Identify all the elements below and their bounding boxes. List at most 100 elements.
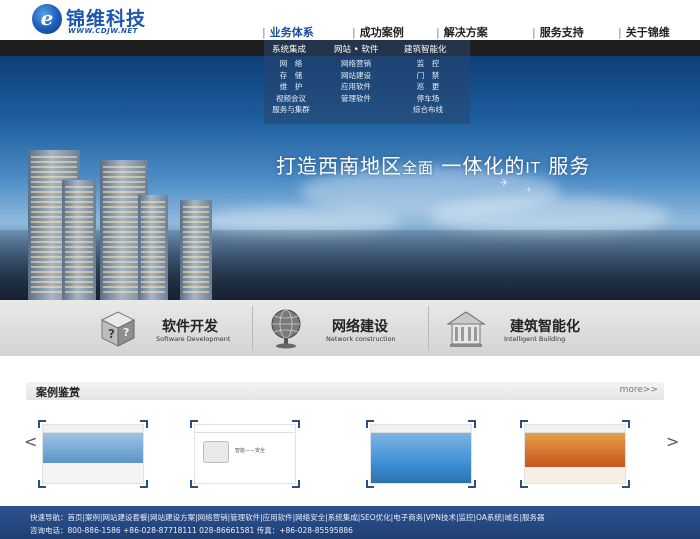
frame-corner xyxy=(468,420,476,428)
footer-quick-nav[interactable]: 快速导航：首页|案例|网站建设套餐|网站建设方案|网络营销|管理软件|应用软件|… xyxy=(30,512,544,523)
globe-icon xyxy=(271,309,301,349)
nav-item-solutions[interactable]: | 解决方案 xyxy=(436,24,488,40)
page: e 锦维科技 WWW.CDJW.NET | 业务体系 | 成功案例 | 解决方案 | 服… xyxy=(0,0,700,539)
frame-corner xyxy=(140,420,148,428)
building-tower xyxy=(138,195,168,300)
nav-label: 关于锦维 xyxy=(625,26,670,39)
dropdown-item[interactable]: 综合布线 xyxy=(408,104,448,116)
frame-corner xyxy=(520,480,528,488)
dropdown-item[interactable]: 网 络 xyxy=(269,58,313,70)
nav-separator: | xyxy=(262,26,266,39)
dropdown-item[interactable]: 巡 更 xyxy=(408,81,448,93)
dropdown-item[interactable]: 管理软件 xyxy=(336,93,376,105)
case-thumbnail[interactable] xyxy=(38,420,148,488)
dropdown-item[interactable]: 门 禁 xyxy=(408,70,448,82)
dropdown-item[interactable]: 网站建设 xyxy=(336,70,376,82)
dropdown-item[interactable]: 服务与集群 xyxy=(269,104,313,116)
thumbnail-image xyxy=(370,424,472,484)
prev-arrow-icon[interactable]: < xyxy=(24,432,37,451)
service-software[interactable]: ? ? 软件开发 Software Development xyxy=(96,306,256,350)
service-subtitle: Software Development xyxy=(156,335,231,343)
nav-separator: | xyxy=(436,26,440,39)
service-network[interactable]: 网络建设 Network construction xyxy=(266,306,416,350)
frame-corner xyxy=(622,420,630,428)
svg-text:?: ? xyxy=(108,327,115,341)
nav-item-cases[interactable]: | 成功案例 xyxy=(352,24,404,40)
business-dropdown: 系统集成 网站 • 软件 建筑智能化 网 络 存 储 维 护 视频会议 服务与集… xyxy=(264,40,470,124)
service-subtitle: Network construction xyxy=(326,335,396,343)
more-link[interactable]: more>> xyxy=(620,385,658,395)
airplane-icon: ✈ xyxy=(526,186,532,194)
next-arrow-icon[interactable]: > xyxy=(666,432,679,451)
dropdown-item[interactable]: 维 护 xyxy=(269,81,313,93)
mini-banner xyxy=(371,433,471,483)
slogan-part: 全面 xyxy=(402,159,435,177)
nav-item-business[interactable]: | 业务体系 xyxy=(262,24,314,40)
dropdown-item[interactable]: 存 储 xyxy=(269,70,313,82)
dropdown-column-web: 网络营销 网站建设 应用软件 管理软件 xyxy=(336,58,376,104)
slogan-part: 服务 xyxy=(548,154,591,178)
thumbnail-caption: 智能——安全 xyxy=(235,448,266,454)
services-bar: ? ? 软件开发 Software Development 网络建设 Netwo… xyxy=(0,300,700,356)
svg-text:?: ? xyxy=(123,326,129,339)
dropdown-item[interactable]: 网络营销 xyxy=(336,58,376,70)
logo-url: WWW.CDJW.NET xyxy=(68,27,138,35)
dropdown-item[interactable]: 视频会议 xyxy=(269,93,313,105)
frame-corner xyxy=(520,420,528,428)
frame-corner xyxy=(468,480,476,488)
divider xyxy=(252,306,253,350)
thumbnail-image: 智能——安全 xyxy=(194,424,296,484)
cases-header: 案例鉴赏 more>> xyxy=(26,382,664,400)
dropdown-heading-web[interactable]: 网站 • 软件 xyxy=(334,43,378,55)
frame-corner xyxy=(292,420,300,428)
nav-separator: | xyxy=(618,26,622,39)
mini-body xyxy=(43,463,143,483)
case-thumbnail[interactable]: 智能——安全 xyxy=(190,420,300,488)
airplane-icon: ✈ xyxy=(500,178,509,189)
logo[interactable]: e 锦维科技 WWW.CDJW.NET xyxy=(32,4,172,36)
slide-dots xyxy=(338,290,377,300)
dropdown-column-building: 监 控 门 禁 巡 更 停车场 综合布线 xyxy=(408,58,448,116)
mini-body xyxy=(525,467,625,483)
thumbnail-image xyxy=(42,424,144,484)
divider xyxy=(428,306,429,350)
dropdown-heading-system[interactable]: 系统集成 xyxy=(272,43,306,55)
thumbnail-image xyxy=(524,424,626,484)
cases-title: 案例鉴赏 xyxy=(36,386,80,399)
nav-item-support[interactable]: | 服务支持 xyxy=(532,24,584,40)
dropdown-item[interactable]: 停车场 xyxy=(408,93,448,105)
software-box-icon: ? ? xyxy=(100,311,136,347)
main-nav: | 业务体系 | 成功案例 | 解决方案 | 服务支持 | 关于锦维 xyxy=(262,24,700,40)
service-title: 网络建设 xyxy=(332,319,388,335)
service-building[interactable]: 建筑智能化 Intelligent Building xyxy=(444,306,604,350)
mini-header xyxy=(43,425,143,433)
logo-mark: e xyxy=(32,4,62,34)
service-subtitle: Intelligent Building xyxy=(504,335,566,343)
mini-product xyxy=(203,441,229,463)
building-tower xyxy=(62,180,96,300)
slogan-part: 打造西南地区 xyxy=(276,154,402,178)
dropdown-heading-building[interactable]: 建筑智能化 xyxy=(404,43,447,55)
nav-label: 解决方案 xyxy=(443,26,488,39)
footer: 快速导航：首页|案例|网站建设套餐|网站建设方案|网络营销|管理软件|应用软件|… xyxy=(0,506,700,539)
frame-corner xyxy=(366,480,374,488)
building-icon xyxy=(446,311,486,347)
building-tower xyxy=(180,200,212,300)
nav-label: 成功案例 xyxy=(359,26,404,39)
banner-slogan: 打造西南地区全面 一体化的IT 服务 xyxy=(276,150,590,179)
dropdown-item[interactable]: 监 控 xyxy=(408,58,448,70)
frame-corner xyxy=(622,480,630,488)
header: e 锦维科技 WWW.CDJW.NET | 业务体系 | 成功案例 | 解决方案 | 服… xyxy=(0,0,700,40)
frame-corner xyxy=(190,480,198,488)
case-thumbnail[interactable] xyxy=(520,420,630,488)
mini-header xyxy=(371,425,471,433)
service-title: 建筑智能化 xyxy=(510,319,580,335)
case-thumbnail[interactable] xyxy=(366,420,476,488)
nav-label: 服务支持 xyxy=(539,26,584,39)
nav-separator: | xyxy=(532,26,536,39)
dropdown-item[interactable]: 应用软件 xyxy=(336,81,376,93)
frame-corner xyxy=(38,480,46,488)
nav-item-about[interactable]: | 关于锦维 xyxy=(618,24,670,40)
mini-header xyxy=(525,425,625,433)
nav-separator: | xyxy=(352,26,356,39)
